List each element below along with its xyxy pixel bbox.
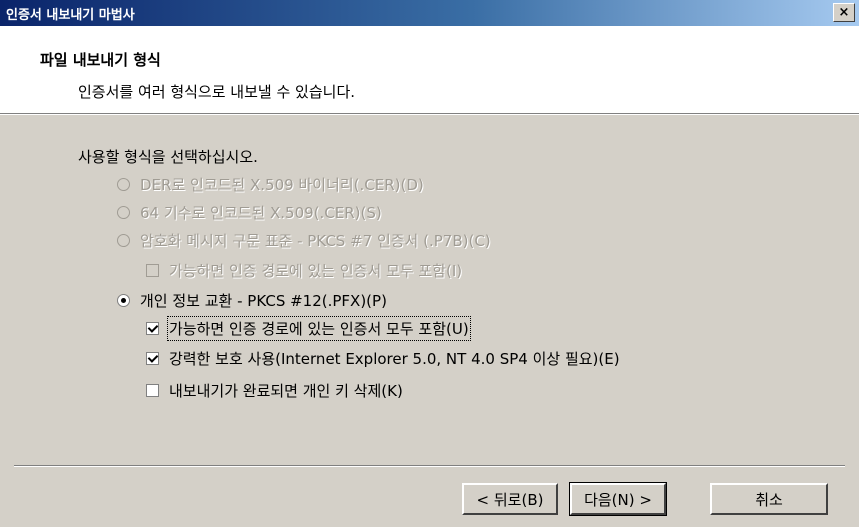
checkbox-delete-private-key[interactable]: 내보내기가 완료되면 개인 키 삭제(K)	[146, 380, 403, 401]
checkbox-label: 내보내기가 완료되면 개인 키 삭제(K)	[169, 382, 403, 400]
window-title: 인증서 내보내기 마법사	[6, 8, 135, 23]
title-bar: 인증서 내보내기 마법사 ×	[0, 0, 859, 26]
checkbox[interactable]	[146, 352, 159, 365]
radio-label: DER로 인코드된 X.509 바이너리(.CER)(D)	[140, 176, 424, 194]
radio-label: 개인 정보 교환 - PKCS #12(.PFX)(P)	[140, 292, 387, 310]
radio-button[interactable]	[117, 234, 130, 247]
page-title: 파일 내보내기 형식	[40, 51, 161, 69]
certificate-export-wizard: 인증서 내보내기 마법사 × 파일 내보내기 형식 인증서를 여러 형식으로 내…	[0, 0, 859, 527]
checkbox-label: 가능하면 인증 경로에 있는 인증서 모두 포함(I)	[169, 262, 463, 280]
radio-pkcs12[interactable]: 개인 정보 교환 - PKCS #12(.PFX)(P)	[117, 290, 387, 311]
radio-label: 암호화 메시지 구문 표준 - PKCS #7 인증서 (.P7B)(C)	[140, 232, 491, 250]
radio-button[interactable]	[117, 206, 130, 219]
radio-selected-dot	[121, 298, 126, 303]
radio-button[interactable]	[117, 294, 130, 307]
close-icon: ×	[838, 5, 850, 20]
checkbox-label: 가능하면 인증 경로에 있는 인증서 모두 포함(U)	[167, 316, 471, 341]
wizard-header: 파일 내보내기 형식 인증서를 여러 형식으로 내보낼 수 있습니다.	[0, 26, 859, 113]
cancel-button[interactable]: 취소	[710, 483, 828, 515]
checkbox-include-chain-p7b[interactable]: 가능하면 인증 경로에 있는 인증서 모두 포함(I)	[146, 260, 462, 281]
next-button[interactable]: 다음(N) >	[570, 483, 666, 515]
checkbox[interactable]	[146, 384, 159, 397]
format-prompt: 사용할 형식을 선택하십시오.	[78, 148, 258, 166]
radio-base64[interactable]: 64 기수로 인코드된 X.509(.CER)(S)	[117, 202, 382, 223]
header-divider	[0, 113, 859, 115]
checkbox-label: 강력한 보호 사용(Internet Explorer 5.0, NT 4.0 …	[169, 350, 620, 368]
radio-label: 64 기수로 인코드된 X.509(.CER)(S)	[140, 204, 382, 222]
checkbox-strong-protection[interactable]: 강력한 보호 사용(Internet Explorer 5.0, NT 4.0 …	[146, 348, 620, 369]
radio-pkcs7[interactable]: 암호화 메시지 구문 표준 - PKCS #7 인증서 (.P7B)(C)	[117, 230, 491, 251]
checkbox[interactable]	[146, 264, 159, 277]
checkbox-include-chain-pfx[interactable]: 가능하면 인증 경로에 있는 인증서 모두 포함(U)	[146, 316, 471, 341]
footer-divider	[14, 465, 845, 467]
close-button[interactable]: ×	[833, 3, 855, 22]
page-subtitle: 인증서를 여러 형식으로 내보낼 수 있습니다.	[78, 83, 356, 101]
back-button[interactable]: < 뒤로(B)	[462, 483, 558, 515]
radio-button[interactable]	[117, 178, 130, 191]
checkbox[interactable]	[146, 322, 159, 335]
radio-der-binary[interactable]: DER로 인코드된 X.509 바이너리(.CER)(D)	[117, 174, 424, 195]
